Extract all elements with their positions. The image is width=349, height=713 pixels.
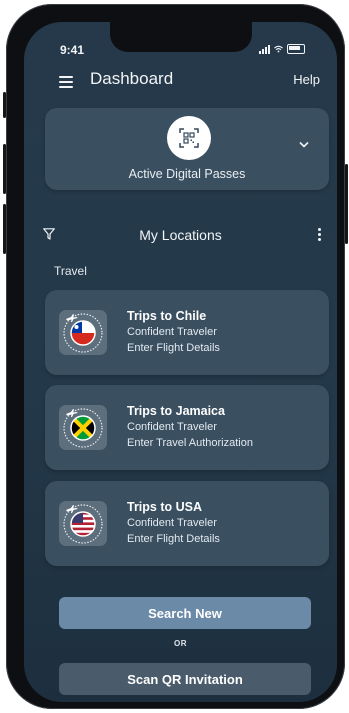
trip-action-link[interactable]: Enter Flight Details [127, 531, 220, 547]
trip-name: Trips to Jamaica [127, 404, 225, 418]
power-button [345, 164, 348, 244]
trip-card-jamaica[interactable]: Trips to Jamaica Confident Traveler Ente… [45, 385, 329, 470]
usa-flag-badge [59, 501, 107, 546]
side-button [3, 92, 6, 118]
status-icons [259, 44, 305, 54]
scan-qr-invitation-button[interactable]: Scan QR Invitation [59, 663, 311, 695]
chile-flag-icon [63, 313, 103, 353]
trip-subtitle: Confident Traveler [127, 326, 217, 338]
battery-icon [287, 44, 305, 54]
trip-subtitle: Confident Traveler [127, 421, 217, 433]
trip-name: Trips to USA [127, 500, 203, 514]
volume-up-button [3, 144, 6, 194]
app-header: Dashboard Help [24, 66, 337, 98]
jamaica-flag-icon [63, 408, 103, 448]
trip-action-link[interactable]: Enter Travel Authorization [127, 435, 253, 451]
chile-flag-badge [59, 310, 107, 355]
app-screen: 9:41 Dashboard Help Active Digital Passe… [24, 22, 337, 702]
menu-icon[interactable] [59, 76, 73, 88]
help-link[interactable]: Help [293, 72, 320, 87]
trip-subtitle: Confident Traveler [127, 517, 217, 529]
status-time: 9:41 [60, 43, 85, 57]
chevron-down-icon[interactable] [299, 141, 309, 148]
wifi-icon [274, 45, 283, 53]
qr-code-icon [167, 116, 211, 160]
page-title: Dashboard [90, 69, 174, 88]
trip-card-usa[interactable]: Trips to USA Confident Traveler Enter Fl… [45, 481, 329, 566]
my-locations-title: My Locations [139, 227, 222, 243]
search-new-button[interactable]: Search New [59, 597, 311, 629]
more-options-icon[interactable] [318, 228, 321, 241]
active-passes-card[interactable]: Active Digital Passes [45, 108, 329, 190]
or-divider-label: OR [174, 639, 187, 648]
active-passes-label: Active Digital Passes [128, 167, 246, 181]
my-locations-header: My Locations [24, 222, 337, 246]
trip-name: Trips to Chile [127, 309, 207, 323]
phone-frame: 9:41 Dashboard Help Active Digital Passe… [3, 4, 348, 709]
travel-section-label: Travel [54, 264, 87, 278]
signal-icon [259, 44, 270, 54]
jamaica-flag-badge [59, 405, 107, 450]
notch [110, 22, 252, 52]
trip-card-chile[interactable]: Trips to Chile Confident Traveler Enter … [45, 290, 329, 375]
trip-action-link[interactable]: Enter Flight Details [127, 340, 220, 356]
volume-down-button [3, 204, 6, 254]
usa-flag-icon [63, 504, 103, 544]
